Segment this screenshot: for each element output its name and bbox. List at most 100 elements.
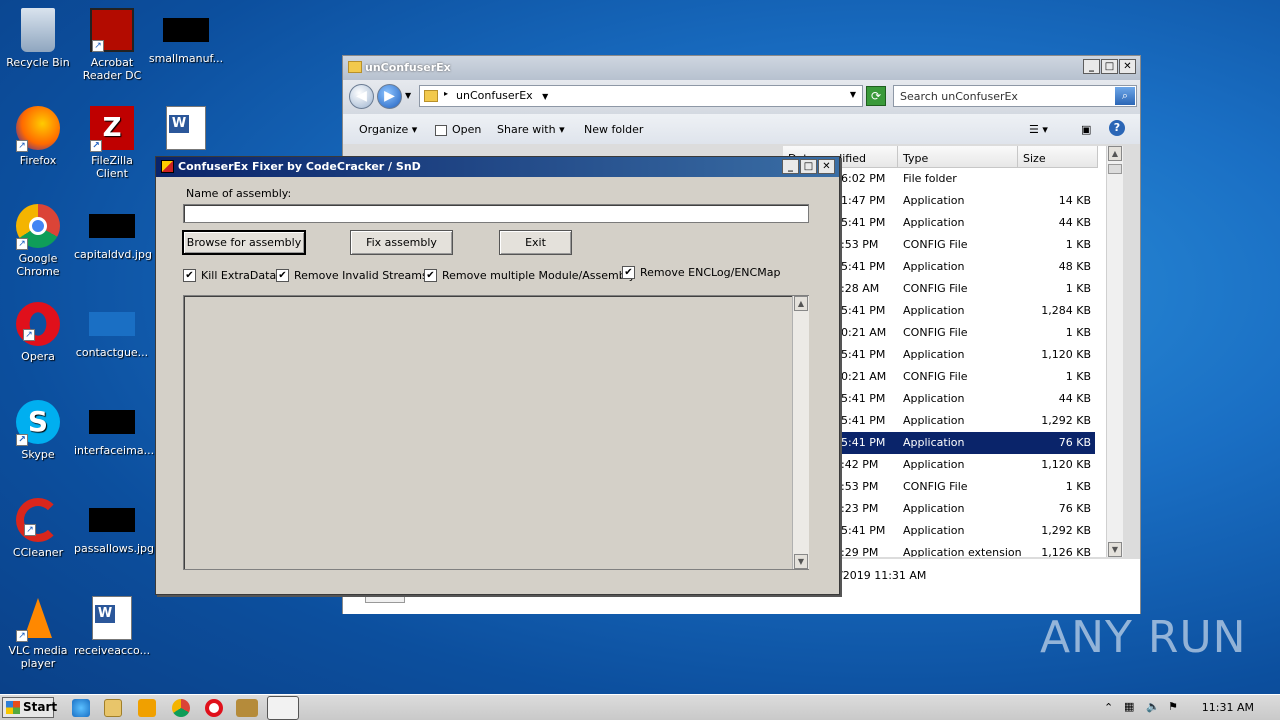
desktop-icon-chrome[interactable]: ↗ Google Chrome — [0, 204, 76, 278]
start-button[interactable]: Start — [2, 697, 57, 718]
desktop-icon-word-doc[interactable]: W — [148, 106, 224, 154]
checkbox-box[interactable]: ✔ — [183, 269, 196, 282]
confuserex-fixer-taskbar-button[interactable] — [267, 696, 299, 720]
desktop-icon-smallmanuf[interactable]: smallmanuf... — [148, 8, 224, 65]
browse-for-assembly-button[interactable]: Browse for assembly — [182, 230, 306, 255]
desktop-icon-label: smallmanuf... — [148, 52, 224, 65]
scroll-up-icon[interactable]: ▲ — [1108, 146, 1122, 161]
archive-icon[interactable] — [236, 699, 258, 717]
anyrun-watermark: ANY RUN — [1040, 612, 1247, 663]
word-document-icon: W — [166, 106, 206, 150]
file-size: 14 KB — [1058, 194, 1091, 207]
scroll-thumb[interactable] — [1108, 164, 1122, 174]
checkbox-box[interactable]: ✔ — [622, 266, 635, 279]
file-size: 48 KB — [1058, 260, 1091, 273]
address-input[interactable]: ▸ unConfuserEx ▼ ▼ — [419, 85, 863, 107]
file-explorer-icon[interactable] — [104, 699, 122, 717]
file-size: 1 KB — [1065, 480, 1091, 493]
desktop-icon-interfaceima[interactable]: interfaceima... — [74, 400, 154, 457]
app-icon — [161, 160, 174, 173]
log-scrollbar[interactable]: ▲ ▼ — [792, 296, 809, 569]
kill-extradata-checkbox[interactable]: ✔ Kill ExtraData — [183, 269, 276, 282]
file-date: :28 AM — [841, 282, 880, 295]
breadcrumb-chevron-icon[interactable]: ▸ — [444, 89, 448, 98]
remove-multiple-module-checkbox[interactable]: ✔ Remove multiple Module/Assembly — [424, 269, 635, 282]
scroll-down-icon[interactable]: ▼ — [1108, 542, 1122, 557]
clock[interactable]: 11:31 AM — [1202, 701, 1254, 714]
share-with-menu[interactable]: Share with ▾ — [497, 123, 565, 136]
fixer-titlebar[interactable]: ConfuserEx Fixer by CodeCracker / SnD _ … — [156, 157, 839, 177]
close-button[interactable]: ✕ — [1119, 59, 1136, 74]
media-player-icon[interactable] — [138, 699, 156, 717]
new-folder-button[interactable]: New folder — [584, 123, 643, 136]
desktop-icon-passallows[interactable]: passallows.jpg — [74, 498, 154, 555]
desktop-icon-acrobat[interactable]: ↗ Acrobat Reader DC — [74, 8, 150, 82]
refresh-icon[interactable]: ⟳ — [866, 86, 886, 106]
column-header-type[interactable]: Type — [898, 146, 1018, 168]
vlc-cone-icon: ↗ — [16, 596, 60, 642]
desktop-icon-recycle-bin[interactable]: Recycle Bin — [0, 8, 76, 69]
remove-enclog-checkbox[interactable]: ✔ Remove ENCLog/ENCMap — [622, 266, 780, 279]
opera-icon[interactable] — [205, 699, 223, 717]
desktop-icon-receiveacco[interactable]: W receiveacco... — [74, 596, 150, 657]
maximize-button[interactable]: □ — [800, 159, 817, 174]
desktop-icon-label: contactgue... — [75, 346, 149, 359]
fix-assembly-button[interactable]: Fix assembly — [350, 230, 453, 255]
breadcrumb-dropdown-icon[interactable]: ▼ — [542, 92, 548, 101]
forward-icon[interactable]: ▶ — [377, 84, 402, 109]
address-history-dropdown-icon[interactable]: ▼ — [850, 90, 856, 99]
file-date: 5:41 PM — [841, 304, 886, 317]
file-list-scrollbar[interactable]: ▲ ▼ — [1106, 146, 1123, 557]
desktop-icon-vlc[interactable]: ↗ VLC media player — [0, 596, 76, 670]
desktop-icon-label: Skype — [21, 448, 55, 461]
show-hidden-icons[interactable]: ⌃ — [1104, 701, 1113, 714]
desktop-icon-contactgue[interactable]: contactgue... — [74, 302, 150, 359]
close-button[interactable]: ✕ — [818, 159, 835, 174]
column-header-size[interactable]: Size — [1018, 146, 1098, 168]
minimize-button[interactable]: _ — [782, 159, 799, 174]
scroll-down-icon[interactable]: ▼ — [794, 554, 808, 569]
file-type: File folder — [903, 172, 957, 185]
checkbox-box[interactable]: ✔ — [424, 269, 437, 282]
desktop-icon-ccleaner[interactable]: ↗ CCleaner — [0, 498, 76, 559]
breadcrumb[interactable]: unConfuserEx — [456, 89, 533, 102]
file-date: 5:41 PM — [841, 436, 886, 449]
help-icon[interactable]: ? — [1109, 120, 1125, 136]
volume-icon[interactable]: 🔈 — [1146, 700, 1160, 713]
desktop-icon-label: Acrobat Reader DC — [82, 56, 142, 82]
log-output-textarea[interactable] — [183, 295, 809, 570]
file-type: CONFIG File — [903, 326, 968, 339]
desktop-icon-capitaldvd[interactable]: capitaldvd.jpg — [74, 204, 152, 261]
minimize-button[interactable]: _ — [1083, 59, 1100, 74]
search-input[interactable]: Search unConfuserEx ⌕ — [893, 85, 1137, 107]
chrome-icon[interactable] — [172, 699, 190, 717]
scroll-up-icon[interactable]: ▲ — [794, 296, 808, 311]
file-type: Application — [903, 458, 965, 471]
command-bar: Organize ▾ Open Share with ▾ New folder … — [343, 114, 1140, 144]
search-placeholder: Search unConfuserEx — [900, 90, 1018, 103]
assembly-name-input[interactable] — [183, 204, 809, 223]
remove-invalid-streams-checkbox[interactable]: ✔ Remove Invalid Streams — [276, 269, 428, 282]
maximize-button[interactable]: □ — [1101, 59, 1118, 74]
change-view-icon[interactable]: ☰ ▾ — [1029, 123, 1048, 136]
internet-explorer-icon[interactable] — [72, 699, 90, 717]
exit-button[interactable]: Exit — [499, 230, 572, 255]
file-size: 76 KB — [1058, 436, 1091, 449]
search-icon[interactable]: ⌕ — [1115, 87, 1135, 105]
back-icon[interactable]: ◀ — [349, 84, 374, 109]
open-button[interactable]: Open — [435, 123, 481, 136]
organize-menu[interactable]: Organize ▾ — [359, 123, 417, 136]
desktop-icon-filezilla[interactable]: Z ↗ FileZilla Client — [74, 106, 150, 180]
desktop-icon-opera[interactable]: ↗ Opera — [0, 302, 76, 363]
preview-pane-icon[interactable]: ▣ — [1081, 123, 1091, 136]
firefox-icon: ↗ — [16, 106, 60, 152]
file-date: 0:21 AM — [841, 326, 887, 339]
network-icon[interactable]: ▦ — [1124, 700, 1134, 713]
explorer-titlebar[interactable]: unConfuserEx _ □ ✕ — [343, 56, 1140, 80]
checkbox-label: Kill ExtraData — [201, 269, 277, 282]
desktop-icon-firefox[interactable]: ↗ Firefox — [0, 106, 76, 167]
checkbox-box[interactable]: ✔ — [276, 269, 289, 282]
desktop-icon-skype[interactable]: S ↗ Skype — [0, 400, 76, 461]
recent-pages-dropdown-icon[interactable]: ▼ — [405, 91, 411, 100]
action-center-flag-icon[interactable]: ⚑ — [1168, 700, 1178, 713]
